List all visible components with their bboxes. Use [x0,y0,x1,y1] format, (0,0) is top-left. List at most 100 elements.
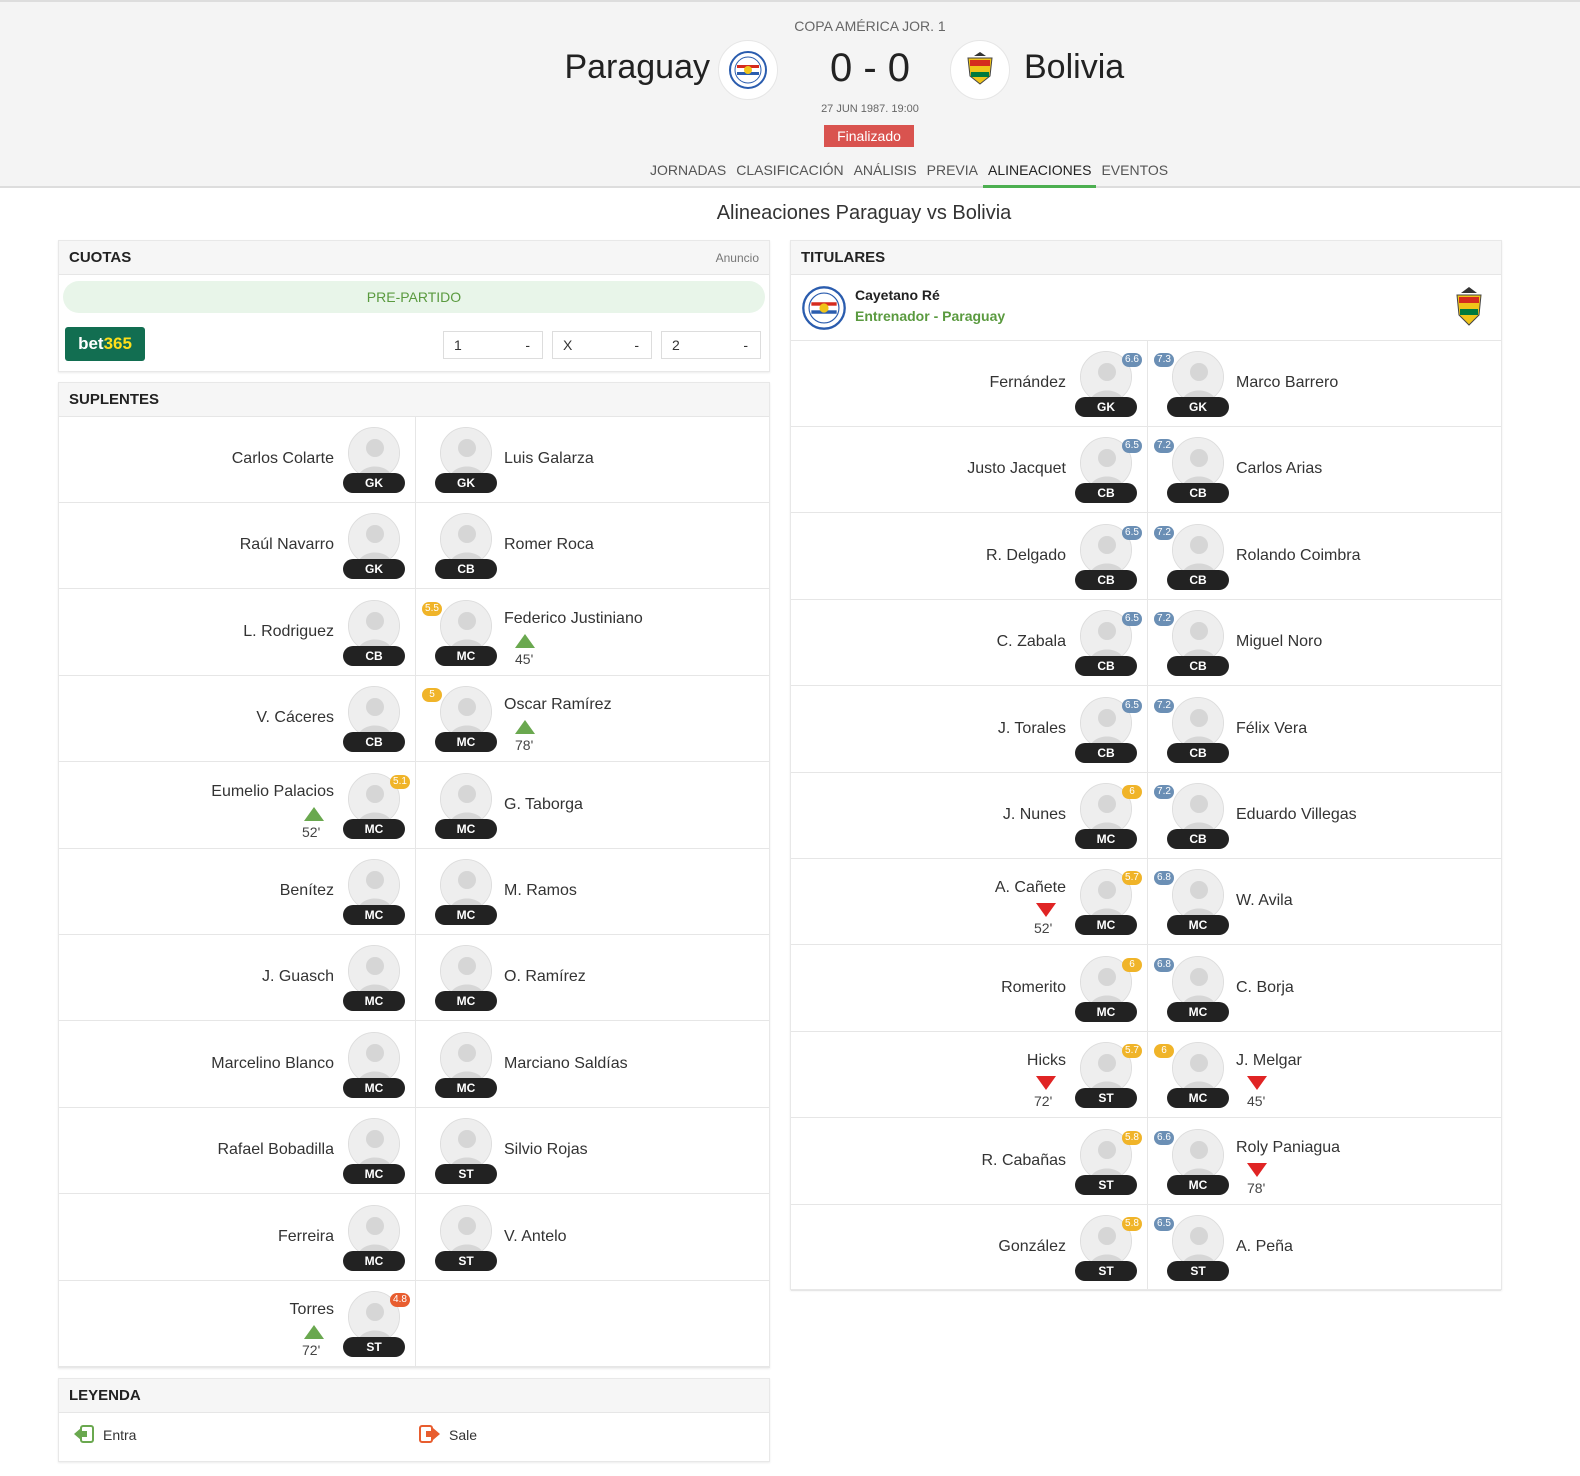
player-away[interactable]: MC Marciano Saldías [415,1022,771,1108]
player-name[interactable]: Benítez [280,882,334,900]
bolivia-crest-icon[interactable] [950,40,1010,100]
player-name[interactable]: Ferreira [278,1228,334,1246]
player-name[interactable]: Torres [290,1301,334,1319]
player-home[interactable]: MC Rafael Bobadilla [59,1108,415,1194]
player-home[interactable]: CB 6.5 J. Torales [791,687,1147,773]
player-home[interactable]: CB V. Cáceres [59,676,415,762]
tab-previa[interactable]: PREVIA [922,160,983,188]
player-away[interactable]: MC M. Ramos [415,849,771,935]
odd-draw-button[interactable]: X- [552,331,652,359]
away-team-name[interactable]: Bolivia [1024,48,1124,87]
player-home[interactable]: CB 6.5 R. Delgado [791,514,1147,600]
player-home[interactable]: GK Raúl Navarro [59,503,415,589]
player-name[interactable]: L. Rodriguez [243,623,334,641]
tab-eventos[interactable]: EVENTOS [1096,160,1173,188]
player-away[interactable]: ST 6.5 A. Peña [1147,1205,1503,1291]
player-away[interactable]: ST Silvio Rojas [415,1108,771,1194]
player-home[interactable]: CB 6.5 Justo Jacquet [791,427,1147,513]
player-name[interactable]: Justo Jacquet [967,460,1066,478]
tab-clasificación[interactable]: CLASIFICACIÓN [731,160,848,188]
player-home[interactable]: ST 5.7 Hicks 72' [791,1032,1147,1118]
player-name[interactable]: Oscar Ramírez [504,696,612,714]
player-name[interactable]: V. Cáceres [256,709,334,727]
player-name[interactable]: Eumelio Palacios [211,783,334,801]
player-away[interactable]: CB Romer Roca [415,503,771,589]
player-home[interactable]: MC J. Guasch [59,935,415,1021]
player-away[interactable]: CB 7.2 Miguel Noro [1147,600,1503,686]
player-name[interactable]: Miguel Noro [1236,633,1322,651]
player-away[interactable]: MC 5 Oscar Ramírez 78' [415,676,771,762]
player-away[interactable]: MC 6 J. Melgar 45' [1147,1032,1503,1118]
player-away[interactable]: MC 6.6 Roly Paniagua 78' [1147,1119,1503,1205]
player-name[interactable]: G. Taborga [504,796,583,814]
player-name[interactable]: A. Peña [1236,1238,1293,1256]
player-name[interactable]: M. Ramos [504,882,577,900]
player-name[interactable]: Rafael Bobadilla [217,1141,334,1159]
player-name[interactable]: C. Borja [1236,979,1294,997]
player-away[interactable]: GK 7.3 Marco Barrero [1147,341,1503,427]
player-name[interactable]: R. Cabañas [982,1152,1067,1170]
player-away[interactable]: ST V. Antelo [415,1195,771,1281]
player-name[interactable]: J. Torales [998,720,1066,738]
tab-alineaciones[interactable]: ALINEACIONES [982,160,1097,188]
player-home[interactable]: MC Marcelino Blanco [59,1022,415,1108]
player-name[interactable]: Romer Roca [504,536,594,554]
player-name[interactable]: J. Melgar [1236,1052,1302,1070]
player-away[interactable]: MC G. Taborga [415,763,771,849]
player-home[interactable]: GK Carlos Colarte [59,417,415,503]
player-name[interactable]: Silvio Rojas [504,1141,588,1159]
player-name[interactable]: Félix Vera [1236,720,1307,738]
player-name[interactable]: W. Avila [1236,892,1293,910]
player-home[interactable]: MC Ferreira [59,1195,415,1281]
player-away[interactable]: CB 7.2 Carlos Arias [1147,427,1503,513]
player-name[interactable]: Federico Justiniano [504,610,643,628]
player-home[interactable]: ST 5.8 R. Cabañas [791,1119,1147,1205]
player-home[interactable]: CB 6.5 C. Zabala [791,600,1147,686]
player-home[interactable]: GK 6.6 Fernández [791,341,1147,427]
player-away[interactable]: CB 7.2 Eduardo Villegas [1147,773,1503,859]
player-home[interactable]: MC Benítez [59,849,415,935]
player-name[interactable]: Carlos Arias [1236,460,1322,478]
player-name[interactable]: Eduardo Villegas [1236,806,1357,824]
player-home[interactable]: MC 5.1 Eumelio Palacios 52' [59,763,415,849]
paraguay-crest-icon[interactable] [718,40,778,100]
player-home[interactable]: MC 6 Romerito [791,946,1147,1032]
player-name[interactable]: A. Cañete [995,879,1066,897]
player-name[interactable]: Luis Galarza [504,450,594,468]
bet365-logo[interactable]: bet365 [65,327,145,361]
player-home[interactable]: CB L. Rodriguez [59,590,415,676]
odd-away-button[interactable]: 2- [661,331,761,359]
player-name[interactable]: R. Delgado [986,547,1066,565]
odd-home-button[interactable]: 1- [443,331,543,359]
player-name[interactable]: Marcelino Blanco [211,1055,334,1073]
player-name[interactable]: J. Guasch [262,968,334,986]
tab-jornadas[interactable]: JORNADAS [645,160,731,188]
player-name[interactable]: Hicks [1027,1052,1066,1070]
player-name[interactable]: Carlos Colarte [232,450,334,468]
competition-label[interactable]: COPA AMÉRICA JOR. 1 [0,18,1580,34]
player-away[interactable]: MC 6.8 C. Borja [1147,946,1503,1032]
player-name[interactable]: O. Ramírez [504,968,586,986]
player-home[interactable]: ST 4.8 Torres 72' [59,1281,415,1367]
player-name[interactable]: V. Antelo [504,1228,567,1246]
player-away[interactable]: MC O. Ramírez [415,935,771,1021]
player-away[interactable]: CB 7.2 Rolando Coimbra [1147,514,1503,600]
player-name[interactable]: J. Nunes [1003,806,1066,824]
player-name[interactable]: Raúl Navarro [240,536,334,554]
coach-row[interactable]: Cayetano Ré Entrenador - Paraguay [791,275,1501,341]
player-name[interactable]: Rolando Coimbra [1236,547,1361,565]
player-name[interactable]: Romerito [1001,979,1066,997]
player-away[interactable]: MC 6.8 W. Avila [1147,859,1503,945]
player-name[interactable]: C. Zabala [997,633,1066,651]
player-name[interactable]: González [998,1238,1066,1256]
player-away[interactable]: CB 7.2 Félix Vera [1147,687,1503,773]
player-home[interactable]: ST 5.8 González [791,1205,1147,1291]
home-team-name[interactable]: Paraguay [564,48,710,87]
player-name[interactable]: Marciano Saldías [504,1055,628,1073]
player-away[interactable]: MC 5.5 Federico Justiniano 45' [415,590,771,676]
player-away[interactable]: GK Luis Galarza [415,417,771,503]
player-home[interactable]: MC 5.7 A. Cañete 52' [791,859,1147,945]
player-home[interactable]: MC 6 J. Nunes [791,773,1147,859]
player-name[interactable]: Fernández [990,374,1067,392]
tab-análisis[interactable]: ANÁLISIS [849,160,922,188]
